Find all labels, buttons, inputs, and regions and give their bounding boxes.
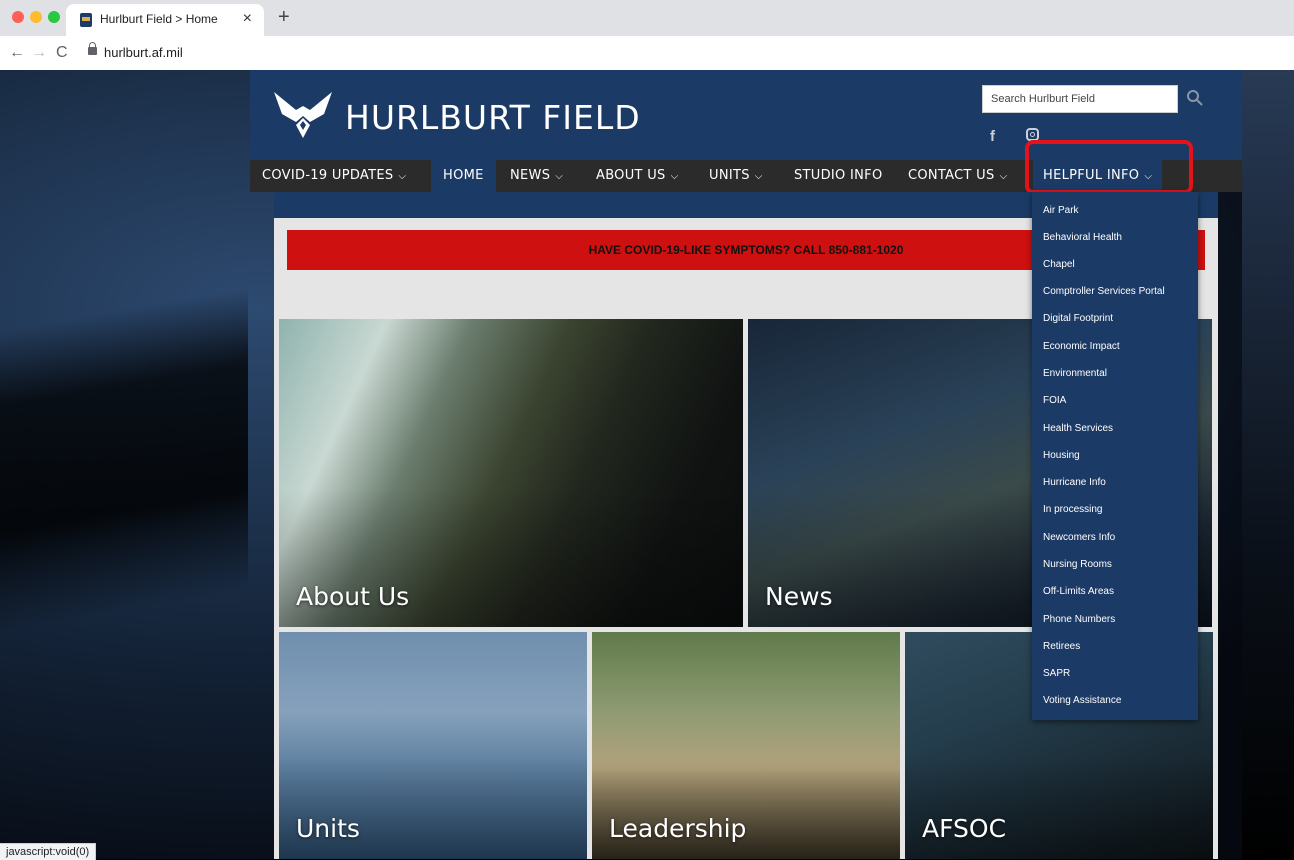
- dropdown-item-nursing-rooms[interactable]: Nursing Rooms: [1043, 559, 1112, 570]
- nav-label: ABOUT US: [596, 168, 666, 183]
- dropdown-item-digital-footprint[interactable]: Digital Footprint: [1043, 313, 1113, 324]
- window-close-button[interactable]: [12, 11, 24, 23]
- tile-overlay: [279, 319, 743, 627]
- tile-label: AFSOC: [922, 814, 1007, 843]
- nav-about-us[interactable]: ABOUT US ⌵: [596, 160, 678, 192]
- nav-label: NEWS: [510, 168, 551, 183]
- chevron-down-icon: ⌵: [999, 171, 1008, 182]
- back-arrow-icon[interactable]: ←: [9, 44, 25, 62]
- nav-studio-info[interactable]: STUDIO INFO: [794, 160, 883, 192]
- dropdown-item-air-park[interactable]: Air Park: [1043, 205, 1079, 216]
- chevron-down-icon: ⌵: [670, 171, 679, 182]
- highlight-annotation-box: [1025, 140, 1193, 194]
- dropdown-item-chapel[interactable]: Chapel: [1043, 259, 1075, 270]
- nav-news[interactable]: NEWS ⌵: [510, 160, 563, 192]
- dropdown-item-health-services[interactable]: Health Services: [1043, 423, 1113, 434]
- nav-label: UNITS: [709, 168, 750, 183]
- chevron-down-icon: ⌵: [754, 171, 763, 182]
- background-aircraft-image: [0, 180, 248, 640]
- lock-icon[interactable]: [88, 42, 97, 55]
- tile-label: Units: [296, 814, 360, 843]
- nav-label: CONTACT US: [908, 168, 995, 183]
- dropdown-item-voting-assistance[interactable]: Voting Assistance: [1043, 695, 1121, 706]
- dropdown-item-housing[interactable]: Housing: [1043, 450, 1080, 461]
- window-zoom-button[interactable]: [48, 11, 60, 23]
- dropdown-item-retirees[interactable]: Retirees: [1043, 641, 1080, 652]
- site-favicon-icon: [80, 13, 92, 27]
- browser-tab-bar: Hurlburt Field > Home × +: [0, 0, 1294, 36]
- dropdown-item-economic-impact[interactable]: Economic Impact: [1043, 341, 1120, 352]
- tile-units[interactable]: Units: [279, 632, 587, 859]
- air-force-logo-icon[interactable]: [274, 92, 332, 138]
- tab-close-icon[interactable]: ×: [243, 10, 252, 28]
- facebook-icon[interactable]: f: [990, 128, 995, 145]
- nav-covid-updates[interactable]: COVID-19 UPDATES ⌵: [262, 160, 406, 192]
- nav-contact-us[interactable]: CONTACT US ⌵: [908, 160, 1007, 192]
- nav-home[interactable]: HOME: [431, 160, 496, 192]
- chevron-down-icon: ⌵: [555, 171, 564, 182]
- dropdown-item-environmental[interactable]: Environmental: [1043, 368, 1107, 379]
- dropdown-item-comptroller-services-portal[interactable]: Comptroller Services Portal: [1043, 286, 1165, 297]
- site-title[interactable]: HURLBURT FIELD: [345, 98, 641, 137]
- dropdown-item-behavioral-health[interactable]: Behavioral Health: [1043, 232, 1122, 243]
- browser-status-bar: javascript:void(0): [0, 843, 97, 860]
- reload-icon[interactable]: C: [56, 44, 68, 62]
- nav-units[interactable]: UNITS ⌵: [709, 160, 763, 192]
- tile-label: Leadership: [609, 814, 747, 843]
- nav-label: HOME: [443, 168, 484, 183]
- tile-leadership[interactable]: Leadership: [592, 632, 900, 859]
- tab-title: Hurlburt Field > Home: [100, 12, 218, 26]
- chevron-down-icon: ⌵: [398, 171, 407, 182]
- tile-about-us[interactable]: About Us: [279, 319, 743, 627]
- url-field[interactable]: hurlburt.af.mil: [104, 45, 183, 60]
- nav-label: COVID-19 UPDATES: [262, 168, 394, 183]
- dropdown-item-phone-numbers[interactable]: Phone Numbers: [1043, 614, 1115, 625]
- browser-tab-active[interactable]: Hurlburt Field > Home ×: [66, 4, 264, 36]
- window-minimize-button[interactable]: [30, 11, 42, 23]
- search-icon[interactable]: [1186, 89, 1204, 107]
- dropdown-item-hurricane-info[interactable]: Hurricane Info: [1043, 477, 1106, 488]
- dropdown-item-sapr[interactable]: SAPR: [1043, 668, 1070, 679]
- dropdown-item-in-processing[interactable]: In processing: [1043, 504, 1102, 515]
- dropdown-item-foia[interactable]: FOIA: [1043, 395, 1066, 406]
- forward-arrow-icon[interactable]: →: [31, 44, 47, 62]
- dropdown-item-off-limits-areas[interactable]: Off-Limits Areas: [1043, 586, 1114, 597]
- tile-label: News: [765, 582, 833, 611]
- browser-address-bar: ← → C hurlburt.af.mil: [0, 36, 1294, 71]
- tile-label: About Us: [296, 582, 410, 611]
- new-tab-button[interactable]: +: [278, 7, 290, 27]
- background-aircraft-image-right: [1242, 70, 1294, 859]
- dropdown-item-newcomers-info[interactable]: Newcomers Info: [1043, 532, 1115, 543]
- search-input[interactable]: [982, 85, 1178, 113]
- nav-label: STUDIO INFO: [794, 168, 883, 183]
